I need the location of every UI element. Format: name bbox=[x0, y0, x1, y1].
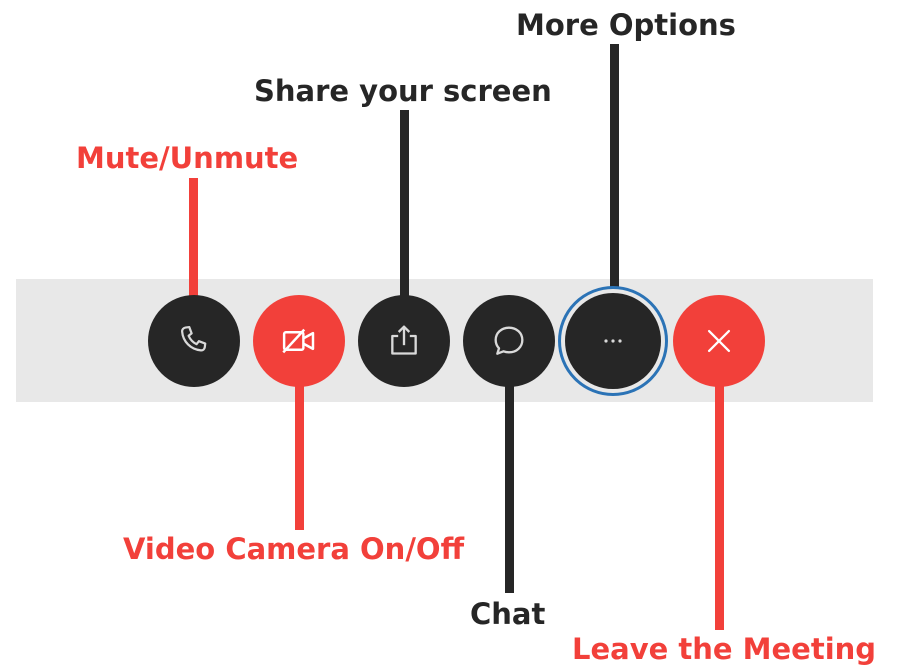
video-callout-line bbox=[295, 385, 304, 530]
more-options-button-face bbox=[565, 293, 661, 389]
video-button[interactable] bbox=[253, 295, 345, 387]
leave-callout-line bbox=[715, 385, 724, 630]
chat-button[interactable] bbox=[463, 295, 555, 387]
chat-label: Chat bbox=[470, 597, 546, 631]
ellipsis-icon bbox=[604, 339, 622, 343]
mute-callout-line bbox=[189, 178, 198, 296]
share-callout-line bbox=[400, 110, 409, 296]
more-callout-line bbox=[610, 44, 619, 288]
share-upload-icon bbox=[391, 325, 417, 355]
phone-icon bbox=[181, 325, 207, 352]
video-camera-off-icon bbox=[282, 328, 315, 354]
video-label: Video Camera On/Off bbox=[123, 532, 465, 566]
mute-button[interactable] bbox=[148, 295, 240, 387]
chat-bubble-icon bbox=[494, 326, 524, 355]
share-screen-button[interactable] bbox=[358, 295, 450, 387]
leave-meeting-button[interactable] bbox=[673, 295, 765, 387]
leave-label: Leave the Meeting bbox=[572, 632, 877, 666]
share-label: Share your screen bbox=[254, 74, 552, 108]
more-options-label: More Options bbox=[516, 8, 736, 42]
mute-label: Mute/Unmute bbox=[76, 141, 299, 175]
close-x-icon bbox=[707, 329, 731, 353]
chat-callout-line bbox=[505, 385, 514, 593]
more-options-button[interactable] bbox=[558, 286, 668, 396]
